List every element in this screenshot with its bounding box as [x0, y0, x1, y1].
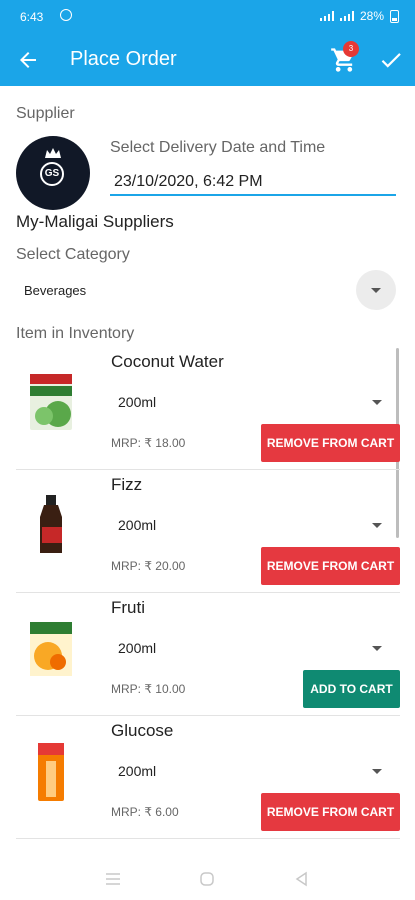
list-item: Coconut Water 200ml MRP: ₹ 18.00 REMOVE … — [16, 348, 400, 470]
supplier-label: Supplier — [16, 105, 75, 122]
status-time: 6:43 — [20, 10, 44, 24]
delivery-date-input[interactable]: 23/10/2020, 6:42 PM — [110, 170, 396, 196]
fruti-pack-image — [30, 622, 72, 676]
category-dropdown-button[interactable] — [356, 270, 396, 310]
item-name: Coconut Water — [111, 352, 224, 371]
item-size-select[interactable]: 200ml — [118, 517, 156, 533]
signal-icon — [319, 11, 334, 21]
inventory-label: Item in Inventory — [16, 325, 135, 342]
item-mrp: MRP: ₹ 18.00 — [111, 436, 186, 450]
menu-icon[interactable] — [105, 872, 121, 886]
divider — [16, 592, 400, 593]
item-mrp: MRP: ₹ 20.00 — [111, 559, 186, 573]
item-size-select[interactable]: 200ml — [118, 763, 156, 779]
chevron-down-icon[interactable] — [372, 769, 382, 774]
cart-count-badge: 3 — [343, 41, 359, 57]
item-name: Fruti — [111, 598, 145, 617]
remove-from-cart-button[interactable]: REMOVE FROM CART — [261, 547, 400, 585]
supplier-logo: GS — [16, 136, 90, 210]
list-item: Fruti 200ml MRP: ₹ 10.00 ADD TO CART — [16, 594, 400, 716]
category-value[interactable]: Beverages — [24, 283, 86, 298]
divider — [16, 838, 400, 839]
glucose-pack-image — [38, 743, 64, 801]
home-icon[interactable] — [199, 871, 215, 887]
check-icon[interactable] — [378, 47, 404, 73]
item-mrp: MRP: ₹ 6.00 — [111, 805, 179, 819]
chevron-down-icon[interactable] — [372, 523, 382, 528]
whatsapp-icon — [60, 9, 72, 21]
add-to-cart-button[interactable]: ADD TO CART — [303, 670, 400, 708]
list-item: Fizz 200ml MRP: ₹ 20.00 REMOVE FROM CART — [16, 471, 400, 593]
coconut-water-image — [30, 374, 72, 430]
page-title: Place Order — [70, 48, 177, 70]
chevron-down-icon — [371, 288, 381, 293]
fizz-bottle-image — [40, 495, 62, 553]
chevron-down-icon[interactable] — [372, 646, 382, 651]
status-icons: 28% — [319, 9, 399, 23]
back-icon[interactable] — [294, 871, 308, 887]
delivery-label: Select Delivery Date and Time — [110, 139, 326, 156]
supplier-logo-text: GS — [40, 162, 64, 186]
signal-icon-2 — [339, 11, 354, 21]
battery-icon — [390, 9, 399, 23]
status-bar: 6:43 28% — [0, 0, 415, 34]
app-bar: Place Order 3 — [0, 34, 415, 86]
item-size-select[interactable]: 200ml — [118, 640, 156, 656]
chevron-down-icon[interactable] — [372, 400, 382, 405]
supplier-name: My-Maligai Suppliers — [16, 212, 174, 231]
divider — [16, 469, 400, 470]
category-label: Select Category — [16, 246, 130, 263]
item-mrp: MRP: ₹ 10.00 — [111, 682, 186, 696]
divider — [16, 715, 400, 716]
back-arrow-icon[interactable] — [16, 48, 40, 72]
remove-from-cart-button[interactable]: REMOVE FROM CART — [261, 793, 400, 831]
item-name: Glucose — [111, 721, 174, 740]
battery-percent: 28% — [359, 9, 384, 23]
item-size-select[interactable]: 200ml — [118, 394, 156, 410]
remove-from-cart-button[interactable]: REMOVE FROM CART — [261, 424, 400, 462]
crown-icon — [45, 148, 61, 158]
system-nav-bar — [0, 860, 415, 900]
list-item: Glucose 200ml MRP: ₹ 6.00 REMOVE FROM CA… — [16, 717, 400, 839]
item-name: Fizz — [111, 475, 143, 494]
